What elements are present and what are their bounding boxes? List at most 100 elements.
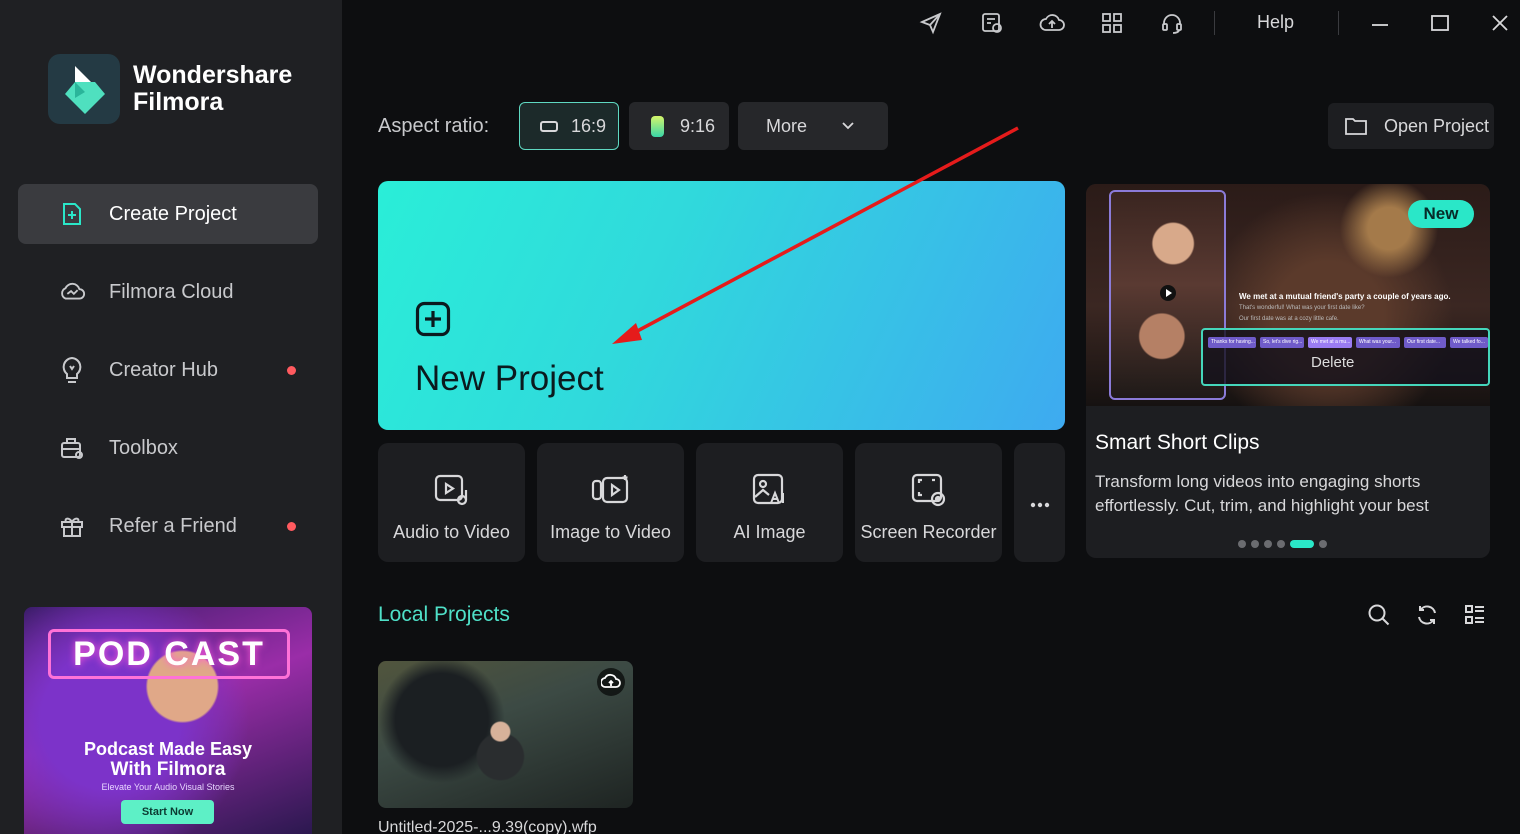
sidebar-item-label: Creator Hub [109,358,218,381]
notification-dot [287,365,296,375]
maximize-icon[interactable] [1427,10,1453,36]
timeline-chip: What was your... [1356,337,1400,348]
sidebar-item-filmora-cloud[interactable]: Filmora Cloud [18,262,318,322]
brand-line1: Wondershare [133,61,293,89]
sidebar-item-toolbox[interactable]: Toolbox [18,418,318,478]
send-icon[interactable] [918,10,944,36]
help-button[interactable]: Help [1257,12,1294,33]
sidebar-item-creator-hub[interactable]: Creator Hub [18,340,318,400]
title-bar: Help [342,0,1520,46]
subtitle-line-3: Our first date was at a cozy little cafe… [1239,316,1339,322]
carousel-dot-active[interactable] [1290,540,1314,548]
carousel-dot[interactable] [1264,540,1272,548]
tool-label: Audio to Video [393,522,510,542]
carousel-dots[interactable] [1238,540,1332,548]
promo-line3: Elevate Your Audio Visual Stories [101,782,235,792]
promo-start-now-button[interactable]: Start Now [121,800,214,824]
cloud-icon [58,278,86,306]
sidebar: Wondershare Filmora Create Project Filmo… [0,0,342,834]
more-dots-icon [1030,495,1050,513]
audio-to-video-icon [434,473,470,512]
promo-line2: With Filmora [110,759,226,780]
tool-label: Image to Video [550,522,671,542]
more-tools-button[interactable] [1014,443,1065,562]
carousel-dot[interactable] [1319,540,1327,548]
brand: Wondershare Filmora [48,54,292,124]
tool-label: AI Image [733,522,806,542]
carousel-dot[interactable] [1238,540,1246,548]
folder-icon [1344,116,1368,136]
aspect-9-16-button[interactable]: 9:16 [629,102,729,150]
gift-icon [58,512,86,540]
project-name[interactable]: Untitled-2025-...9.39(copy).wfp [378,819,597,834]
timeline-overlay-text: Delete [1311,354,1355,371]
timeline-chip: We talked fo... [1450,337,1488,348]
add-project-icon [415,301,451,342]
aspect-16-9-button[interactable]: 16:9 [519,102,619,150]
audio-to-video-tool[interactable]: Audio to Video [378,443,525,562]
timeline-chip: We met at a mu... [1308,337,1352,348]
filmora-app: Wondershare Filmora Create Project Filmo… [0,0,1520,834]
cloud-upload-icon[interactable] [1039,10,1065,36]
refresh-icon[interactable] [1414,602,1440,628]
notification-dot [287,521,296,531]
grid-apps-icon[interactable] [1099,10,1125,36]
brand-line2: Filmora [133,88,224,116]
toolbox-icon [58,434,86,462]
cloud-upload-icon[interactable] [597,668,625,696]
promo-line1: Podcast Made Easy [83,739,253,759]
sidebar-item-refer-a-friend[interactable]: Refer a Friend [18,496,318,556]
podcast-promo-banner[interactable]: POD CAST Podcast Made Easy With Filmora … [24,607,312,834]
feature-title: Smart Short Clips [1095,431,1260,454]
tasks-icon[interactable] [979,10,1005,36]
sidebar-item-label: Create Project [109,202,237,225]
new-project-card[interactable]: New Project [378,181,1065,430]
headset-support-icon[interactable] [1159,10,1185,36]
aspect-more-dropdown[interactable]: More [738,102,888,150]
timeline-strip: Thanks for having... So, let's dive rig.… [1201,328,1490,386]
smart-short-clips-card[interactable]: New We met at a mutual friend's party a … [1086,184,1490,558]
screen-recorder-tool[interactable]: Screen Recorder [855,443,1002,562]
sidebar-item-create-project[interactable]: Create Project [18,184,318,244]
carousel-dot[interactable] [1251,540,1259,548]
sidebar-item-label: Filmora Cloud [109,280,234,303]
sidebar-item-label: Toolbox [109,436,178,459]
timeline-chip: So, let's dive rig... [1260,337,1304,348]
aspect-ratio-label: Aspect ratio: [378,115,490,137]
open-project-button[interactable]: Open Project [1328,103,1494,149]
list-view-icon[interactable] [1462,602,1488,628]
create-project-icon [58,200,86,228]
image-to-video-tool[interactable]: Image to Video [537,443,684,562]
play-icon [1160,285,1176,301]
feature-description: Transform long videos into engaging shor… [1095,472,1429,515]
subtitle-line-2: That's wonderful! What was your first da… [1239,305,1365,311]
timeline-chip: Our first date... [1404,337,1446,348]
local-projects-title: Local Projects [378,603,510,626]
brand-name: Wondershare Filmora [133,62,292,116]
close-icon[interactable] [1487,10,1513,36]
sidebar-nav: Create Project Filmora Cloud Creator Hub [18,184,318,574]
project-thumbnail[interactable] [378,661,633,808]
landscape-icon [540,120,558,132]
ai-image-tool[interactable]: AI Image [696,443,843,562]
chevron-down-icon [841,121,855,131]
promo-headline: POD CAST [48,629,290,679]
lightbulb-icon [58,356,86,384]
more-label: More [766,115,808,136]
minimize-icon[interactable] [1367,10,1393,36]
timeline-chip: Thanks for having... [1208,337,1256,348]
tool-label: Screen Recorder [860,522,997,542]
new-project-title: New Project [415,359,604,398]
separator [1338,11,1339,35]
ai-image-icon [752,473,788,512]
aspect-9-16-label: 9:16 [680,115,716,136]
portrait-icon [651,115,664,137]
filmora-logo-icon [48,54,120,124]
screen-recorder-icon [911,473,947,512]
search-icon[interactable] [1366,602,1392,628]
carousel-dot[interactable] [1277,540,1285,548]
subtitle-line-1: We met at a mutual friend's party a coup… [1239,292,1451,301]
image-to-video-icon [591,473,631,512]
open-project-label: Open Project [1384,115,1490,136]
separator [1214,11,1215,35]
